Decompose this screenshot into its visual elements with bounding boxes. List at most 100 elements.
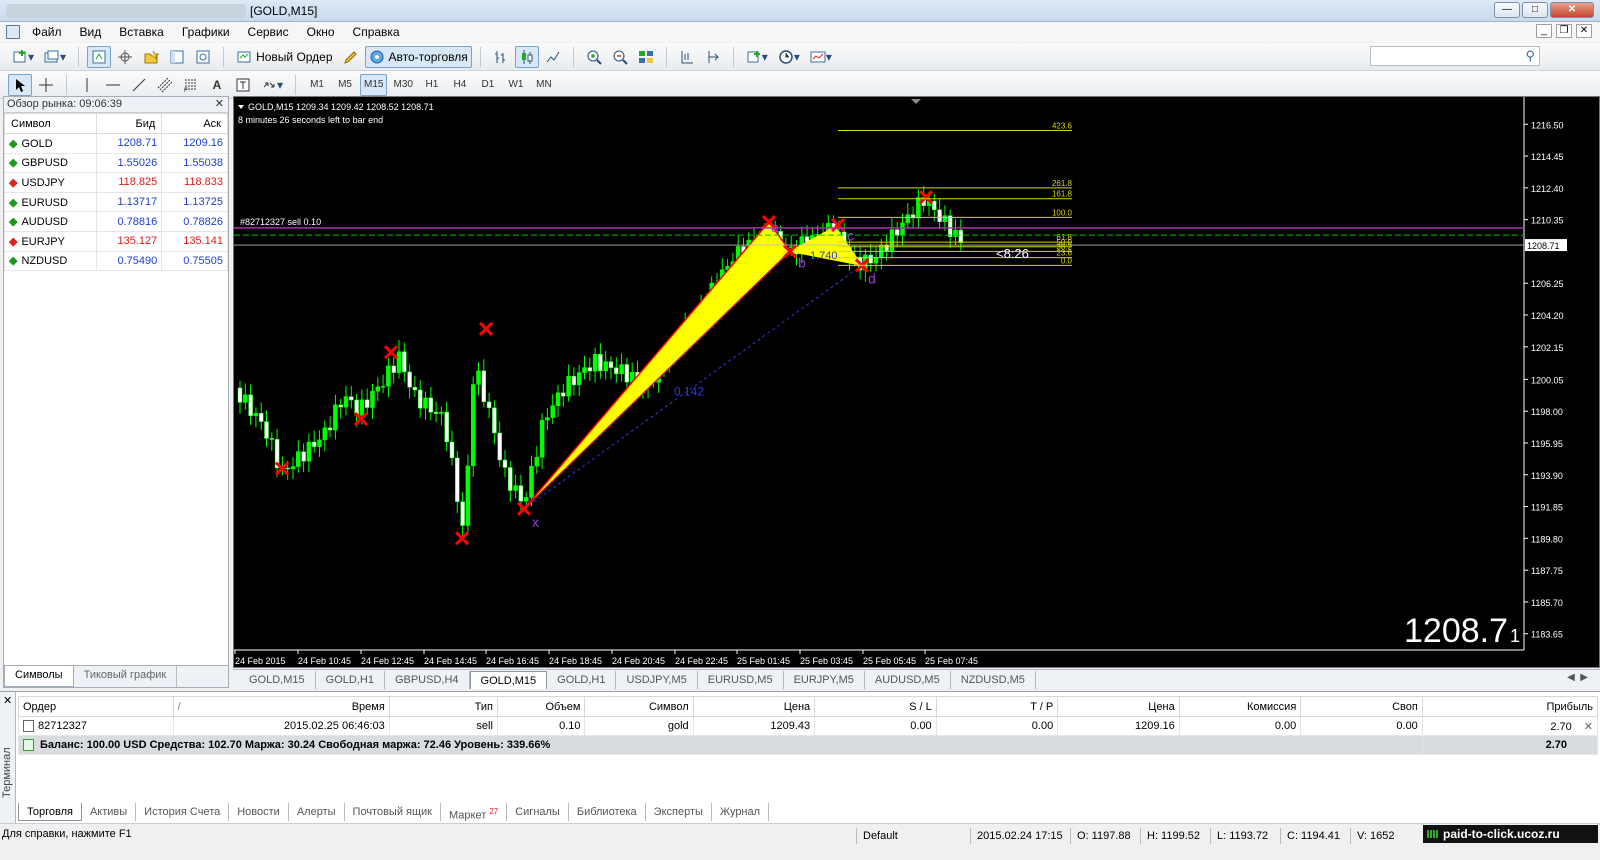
periods-icon[interactable]: ▾ xyxy=(774,46,804,68)
line-chart-icon[interactable] xyxy=(541,46,565,68)
column-header[interactable]: S / L xyxy=(814,696,937,717)
column-header[interactable]: T / P xyxy=(935,696,1059,717)
tile-windows-icon[interactable] xyxy=(634,46,658,68)
column-header[interactable]: Комиссия xyxy=(1178,696,1302,717)
menu-view[interactable]: Вид xyxy=(80,25,102,39)
column-header[interactable]: Ордер xyxy=(18,696,174,717)
timeframe-m30[interactable]: M30 xyxy=(389,74,416,96)
chart-canvas[interactable]: 1216.50 1214.45 1212.40 1210.35 1208.71 1206.… xyxy=(234,97,1600,668)
column-header[interactable]: Объем xyxy=(496,696,586,717)
market-watch-row[interactable]: ◆ GBPUSD 1.55026 1.55038 xyxy=(4,152,228,174)
menu-window[interactable]: Окно xyxy=(307,25,335,39)
terminal-tab[interactable]: Почтовый ящик xyxy=(345,803,441,821)
templates-icon[interactable]: ▾ xyxy=(806,46,836,68)
metaeditor-icon[interactable] xyxy=(339,46,363,68)
data-window-icon[interactable] xyxy=(113,46,137,68)
profiles-icon[interactable]: ▾ xyxy=(40,46,70,68)
vertical-line-icon[interactable] xyxy=(75,74,99,96)
chart-tab[interactable]: GOLD,H1 xyxy=(547,670,617,689)
terminal-tab[interactable]: Торговля xyxy=(18,803,82,821)
terminal-tab[interactable]: Эксперты xyxy=(646,803,712,821)
menu-insert[interactable]: Вставка xyxy=(119,25,164,39)
terminal-window-icon[interactable] xyxy=(165,46,189,68)
menu-tools[interactable]: Сервис xyxy=(248,25,289,39)
column-header[interactable]: Своп xyxy=(1300,696,1423,717)
terminal-tab[interactable]: Активы xyxy=(82,803,137,821)
arrows-icon[interactable]: ▾ xyxy=(257,74,287,96)
chart-tab[interactable]: USDJPY,M5 xyxy=(616,670,698,689)
bar-chart-icon[interactable] xyxy=(489,46,513,68)
chart-tab[interactable]: EURUSD,M5 xyxy=(698,670,784,689)
column-header[interactable]: Цена xyxy=(692,696,816,717)
column-symbol[interactable]: Символ xyxy=(4,113,97,134)
chart-shift-icon[interactable] xyxy=(675,46,699,68)
market-watch-row[interactable]: ◆ EURUSD 1.13717 1.13725 xyxy=(4,191,228,213)
timeframe-d1[interactable]: D1 xyxy=(475,74,501,96)
menu-file[interactable]: Файл xyxy=(32,25,62,39)
crosshair-icon[interactable] xyxy=(34,74,58,96)
timeframe-w1[interactable]: W1 xyxy=(503,74,529,96)
terminal-tab[interactable]: Новости xyxy=(229,803,289,821)
search-icon[interactable]: ⚲ xyxy=(1525,48,1535,64)
chart-tab[interactable]: EURJPY,M5 xyxy=(784,670,865,689)
market-watch-row[interactable]: ◆ GOLD 1208.71 1209.16 xyxy=(4,133,228,154)
strategy-tester-icon[interactable] xyxy=(191,46,215,68)
terminal-tab[interactable]: Сигналы xyxy=(507,803,569,821)
chart-tab[interactable]: GBPUSD,H4 xyxy=(385,670,470,689)
market-watch-row[interactable]: ◆ NZDUSD 0.75490 0.75505 xyxy=(4,250,228,272)
fibonacci-icon[interactable]: F xyxy=(179,74,203,96)
column-header[interactable]: Символ xyxy=(584,696,694,717)
column-ask[interactable]: Аск xyxy=(161,113,228,134)
table-row[interactable]: 82712327 2015.02.25 06:46:03 sell 0.10 g… xyxy=(18,716,1599,736)
chart-tab[interactable]: GOLD,M15 xyxy=(239,670,316,689)
auto-scroll-icon[interactable] xyxy=(701,46,725,68)
column-bid[interactable]: Бид xyxy=(95,113,163,134)
terminal-tab[interactable]: Маркет 27 xyxy=(441,803,508,822)
timeframe-m5[interactable]: M5 xyxy=(332,74,358,96)
chart-tab[interactable]: NZDUSD,M5 xyxy=(951,670,1036,689)
text-tool-icon[interactable]: A xyxy=(205,74,229,96)
mdi-restore-button[interactable]: ❐ xyxy=(1556,24,1572,38)
market-watch-row[interactable]: ◆ AUDUSD 0.78816 0.78826 xyxy=(4,211,228,232)
column-header[interactable]: / Время xyxy=(172,696,390,717)
chart-tab[interactable]: GOLD,H1 xyxy=(316,670,385,689)
column-header[interactable]: Цена xyxy=(1057,696,1180,717)
navigator-icon[interactable] xyxy=(139,46,163,68)
zoom-in-icon[interactable] xyxy=(582,46,606,68)
terminal-tab[interactable]: Библиотека xyxy=(569,803,646,821)
market-watch-row[interactable]: ◆ EURJPY 135.127 135.141 xyxy=(4,230,228,252)
tab-scroll-arrows-icon[interactable]: ◀ ▶ xyxy=(1567,672,1588,683)
new-chart-icon[interactable]: ▾ xyxy=(8,46,38,68)
tab-symbols[interactable]: Символы xyxy=(4,666,74,687)
text-label-icon[interactable] xyxy=(231,74,255,96)
zoom-out-icon[interactable] xyxy=(608,46,632,68)
timeframe-mn[interactable]: MN xyxy=(531,74,557,96)
cursor-icon[interactable] xyxy=(8,73,32,96)
auto-trading-button[interactable]: Авто-торговля xyxy=(364,45,472,68)
indicators-icon[interactable]: ▾ xyxy=(742,46,772,68)
app-icon[interactable] xyxy=(6,25,20,39)
menu-help[interactable]: Справка xyxy=(353,25,400,39)
terminal-tab[interactable]: Журнал xyxy=(712,803,770,821)
timeframe-m15[interactable]: M15 xyxy=(360,73,388,96)
minimize-button[interactable]: — xyxy=(1494,2,1520,18)
price-chart[interactable]: 1216.50 1214.45 1212.40 1210.35 1208.71 1206.… xyxy=(233,96,1600,668)
search-input[interactable]: ⚲ xyxy=(1370,46,1540,66)
market-watch-icon[interactable] xyxy=(87,45,112,68)
timeframe-h4[interactable]: H4 xyxy=(447,74,473,96)
mdi-minimize-button[interactable]: _ xyxy=(1536,24,1552,38)
menu-charts[interactable]: Графики xyxy=(182,25,230,39)
chart-tab[interactable]: AUDUSD,M5 xyxy=(865,670,951,689)
mdi-close-button[interactable]: ✕ xyxy=(1576,24,1592,38)
equidistant-channel-icon[interactable] xyxy=(153,74,177,96)
close-icon[interactable]: ✕ xyxy=(215,97,224,112)
terminal-tab[interactable]: Алерты xyxy=(289,803,345,821)
chart-tab[interactable]: GOLD,M15 xyxy=(469,670,548,689)
column-header[interactable]: Прибыль xyxy=(1421,696,1599,717)
trendline-icon[interactable] xyxy=(127,74,151,96)
close-button[interactable]: ✕ xyxy=(1550,2,1594,18)
tab-tick-chart[interactable]: Тиковый график xyxy=(74,666,178,687)
maximize-button[interactable]: □ xyxy=(1522,2,1548,18)
new-order-button[interactable]: Новый Ордер xyxy=(232,46,336,68)
market-watch-row[interactable]: ◆ USDJPY 118.825 118.833 xyxy=(4,172,228,193)
